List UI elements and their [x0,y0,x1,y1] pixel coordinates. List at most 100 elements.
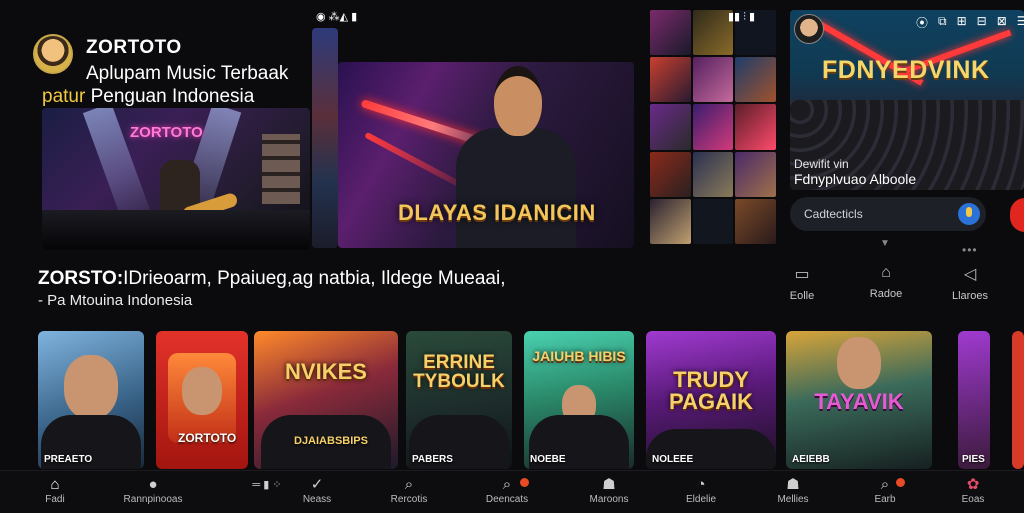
content-tile[interactable] [1012,331,1024,469]
record-dot-icon: ● [148,476,158,493]
tile-face [64,355,118,419]
tile-title: NVIKES [285,359,367,384]
nav-item-news[interactable]: ✓ Neass [272,476,362,505]
content-tile[interactable]: NVIKES DJAIABSBIPS [254,331,398,469]
grid-thumbnail[interactable] [692,151,734,197]
nav-label: Eoas [961,494,985,505]
more-dots-icon[interactable]: ••• [962,243,978,257]
tile-title: TAYAVIK [814,389,904,414]
nav-item-reports[interactable]: ⌕ Rercotis [364,476,454,505]
tile-title: JAIUHB HIBIS [532,348,626,364]
nav-item-discover[interactable]: ⌕ Deencats [462,476,552,505]
quick-action-label: Llaroes [951,290,989,302]
featured-video-card[interactable]: DLAYAS IDANICIN [338,62,634,248]
nav-label: Eldelie [685,494,717,505]
close-box-icon[interactable]: ⊠ [997,14,1007,31]
tile-caption: PABERS [412,454,453,465]
grid-thumbnail[interactable] [650,151,691,197]
banner-subtitle-2: Fdnyplvuao Alboole [794,171,917,187]
record-icon[interactable]: ⦿ [916,14,928,31]
grid-thumbnail[interactable] [692,104,734,150]
nav-item-eoas[interactable]: ✿ Eoas [928,476,1018,505]
channel-avatar[interactable] [794,14,824,44]
nav-label: Neass [302,494,332,505]
tagline-line-1: Aplupam Music Terbaak [86,63,289,84]
clock-icon: ◔ [696,476,706,493]
side-thumbnail-strip[interactable] [312,28,338,248]
menu-icon[interactable]: ☰ [1017,14,1024,31]
nav-label: Mellies [777,494,809,505]
document-icon: ▭ [794,266,810,283]
content-tile[interactable]: PREAETO [38,331,144,469]
flower-icon: ✿ [966,476,980,493]
banner-title: FDNYEDVINK [822,56,990,84]
panel-toolbar: ⦿ ⧉ ⊞ ⊟ ⊠ ☰ ⊡ [916,14,1024,31]
content-tile[interactable]: TRUDY PAGAIK NOLEEE [646,331,776,469]
grid-thumbnail[interactable] [650,10,691,56]
hero-concert-card[interactable]: ZORTOTO [42,108,310,250]
grid-thumbnail[interactable] [735,104,776,150]
tile-caption: ZORTOTO [178,431,237,445]
tile-face [837,337,881,389]
grid-thumbnail[interactable] [692,198,734,244]
nav-item-eldelie[interactable]: ◔ Eldelie [656,476,746,505]
grid-icon[interactable]: ⊞ [957,14,967,31]
grid-thumbnail[interactable] [735,198,776,244]
notification-badge [520,478,529,487]
tile-caption: AEIEBB [792,454,830,465]
tile-caption: PIES [962,454,985,465]
status-icons-grid: ▮▮ ⫶ ▮ [728,11,756,23]
content-tile[interactable]: TAYAVIK AEIEBB [786,331,932,469]
grid-thumbnail[interactable] [650,57,691,103]
neon-sign: ZORTOTO [130,124,203,141]
grid-thumbnail[interactable] [692,57,734,103]
quick-action-2[interactable]: ⌂ Radoe [856,264,916,300]
tile-caption: DJAIABSBIPS [294,435,368,447]
chevron-down-icon[interactable]: ▼ [880,238,890,249]
grid-thumbnail[interactable] [650,198,691,244]
search-icon: ⌕ [404,476,414,493]
content-tile[interactable]: ERRINE TYBOULK PABERS [406,331,512,469]
tile-caption: NOEBE [530,454,566,465]
search-placeholder: Cadtecticls [804,207,863,221]
search-icon: ⌕ [502,476,512,493]
featured-title: DLAYAS IDANICIN [398,200,596,225]
quick-action-3[interactable]: ◁ Llaroes [940,264,1000,302]
quick-action-1[interactable]: ▭ Eolle [772,264,832,302]
tile-title: TRUDY PAGAIK [669,367,753,414]
nav-label: Maroons [589,494,629,505]
poster-wall [262,134,300,204]
content-tile[interactable]: PIES [958,331,990,469]
profile-avatar[interactable] [33,34,73,74]
minus-box-icon[interactable]: ⊟ [977,14,987,31]
grid-thumbnail[interactable] [735,57,776,103]
nav-item-mellies[interactable]: ☗ Mellies [748,476,838,505]
content-tile[interactable]: ZORTOTO [156,331,248,469]
brand-name: ZORTOTO [86,37,182,58]
check-icon: ✓ [310,476,324,493]
content-tile[interactable]: JAIUHB HIBIS NOEBE [524,331,634,469]
search-icon: ⌕ [880,476,890,493]
microphone-icon[interactable] [958,203,980,225]
search-bar[interactable]: Cadtecticls [790,197,986,231]
grid-thumbnail[interactable] [650,104,691,150]
grid-thumbnail[interactable] [735,151,776,197]
home-icon: ⌂ [881,264,891,281]
copy-icon[interactable]: ⧉ [938,14,947,31]
nav-label: Fadi [45,494,65,505]
nav-item-search[interactable]: ⌕ Earb [840,476,930,505]
record-button[interactable] [1010,198,1024,232]
tile-face [182,367,222,415]
nav-item-record[interactable]: ● Rannpinooas [108,476,198,505]
artist-body [456,128,576,248]
artist-head [494,66,542,136]
stage-floor [42,210,310,250]
nav-item-maroons[interactable]: ☗ Maroons [564,476,654,505]
person-icon: ☗ [786,476,800,493]
home-icon: ⌂ [50,476,60,493]
quick-action-label: Radoe [869,288,903,300]
bottom-nav: ⌂ Fadi ● Rannpinooas ═ ▮ ⁘ ✓ Neass ⌕ Rercoti… [0,470,1024,513]
nav-item-home[interactable]: ⌂ Fadi [10,476,100,505]
tile-title: ERRINE TYBOULK [413,352,505,392]
tile-caption: PREAETO [44,454,93,465]
